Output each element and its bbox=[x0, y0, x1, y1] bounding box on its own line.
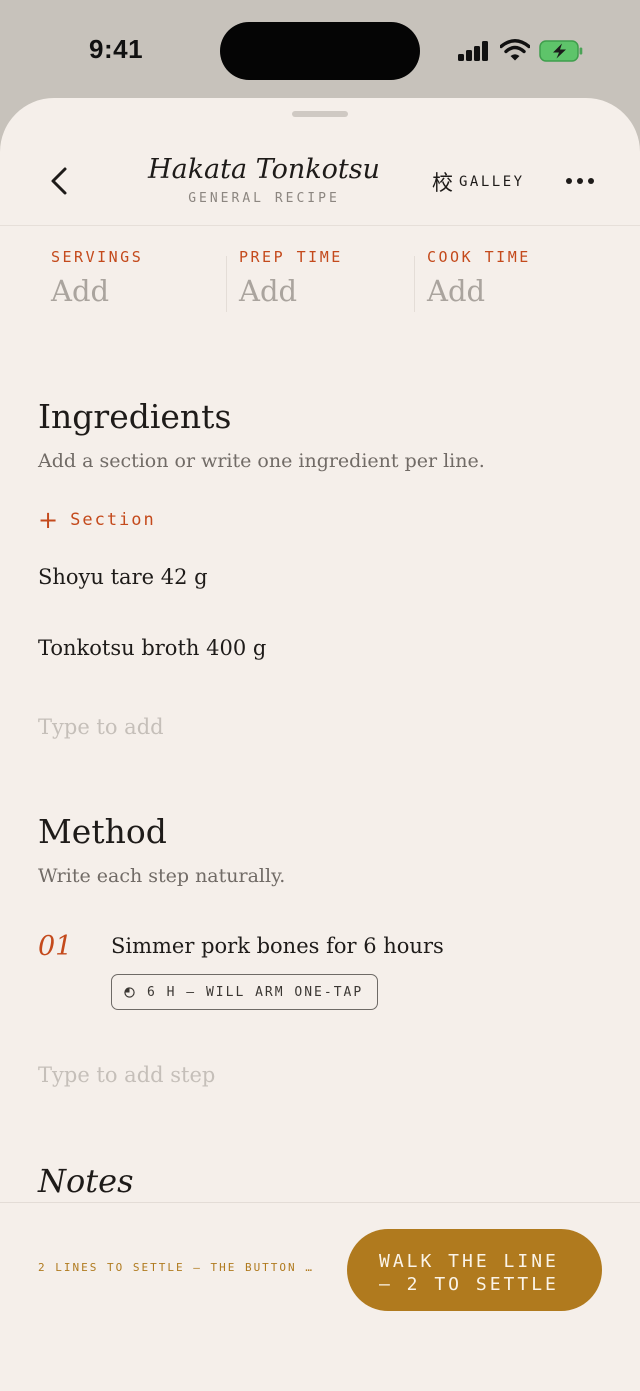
step-timer-chip[interactable]: 6 H — WILL ARM ONE-TAP bbox=[111, 974, 378, 1010]
timer-label: 6 H — WILL ARM ONE-TAP bbox=[147, 984, 364, 1000]
ingredients-heading: Ingredients bbox=[38, 397, 232, 436]
metric-divider bbox=[226, 256, 227, 312]
step-input[interactable]: Type to add step bbox=[38, 1063, 215, 1087]
walk-the-line-button[interactable]: WALK THE LINE — 2 TO SETTLE bbox=[347, 1229, 602, 1311]
ingredients-hint: Add a section or write one ingredient pe… bbox=[38, 450, 485, 472]
ingredient-input[interactable]: Type to add bbox=[38, 715, 164, 739]
back-chevron-icon[interactable] bbox=[46, 166, 76, 196]
battery-charging-icon bbox=[539, 40, 583, 62]
step-text[interactable]: Simmer pork bones for 6 hours bbox=[111, 934, 444, 958]
status-bar: 9:41 bbox=[0, 0, 640, 100]
servings-field[interactable]: SERVINGS Add bbox=[51, 248, 143, 308]
timer-icon bbox=[124, 986, 135, 998]
metric-divider bbox=[414, 256, 415, 312]
method-heading: Method bbox=[38, 812, 167, 851]
status-time: 9:41 bbox=[89, 34, 144, 64]
notes-heading: Notes bbox=[38, 1162, 134, 1200]
ingredient-line[interactable]: Shoyu tare 42 g bbox=[38, 565, 208, 589]
header-divider bbox=[0, 225, 640, 226]
cook-time-label: COOK TIME bbox=[427, 248, 531, 266]
prep-time-field[interactable]: PREP TIME Add bbox=[239, 248, 343, 308]
bottom-action-bar: 2 LINES TO SETTLE — THE BUTTON WILL WALK… bbox=[0, 1202, 640, 1391]
prep-time-label: PREP TIME bbox=[239, 248, 343, 266]
recipe-type: GENERAL RECIPE bbox=[188, 191, 340, 206]
cta-line-1: WALK THE LINE bbox=[379, 1251, 559, 1272]
cta-line-2: — 2 TO SETTLE bbox=[379, 1274, 559, 1295]
cook-time-value[interactable]: Add bbox=[427, 274, 531, 308]
prep-time-value[interactable]: Add bbox=[239, 274, 343, 308]
wifi-icon bbox=[500, 39, 530, 61]
recipe-sheet: Hakata Tonkotsu GENERAL RECIPE 校 GALLEY … bbox=[0, 98, 640, 1391]
servings-value[interactable]: Add bbox=[51, 274, 143, 308]
galley-label: GALLEY bbox=[459, 174, 525, 190]
step-number: 01 bbox=[38, 931, 73, 962]
plus-icon: + bbox=[38, 506, 59, 534]
settle-status-text: 2 LINES TO SETTLE — THE BUTTON WILL WALK… bbox=[38, 1261, 318, 1274]
ingredient-line[interactable]: Tonkotsu broth 400 g bbox=[38, 636, 266, 660]
more-options-icon[interactable] bbox=[566, 178, 594, 186]
galley-glyph-icon: 校 bbox=[432, 171, 453, 195]
add-section-button[interactable]: + Section bbox=[38, 508, 156, 532]
recipe-title[interactable]: Hakata Tonkotsu bbox=[120, 154, 408, 185]
add-section-label: Section bbox=[70, 510, 156, 530]
sheet-grabber[interactable] bbox=[292, 111, 348, 117]
cook-time-field[interactable]: COOK TIME Add bbox=[427, 248, 531, 308]
servings-label: SERVINGS bbox=[51, 248, 144, 266]
galley-button[interactable]: 校 GALLEY bbox=[432, 170, 525, 195]
dynamic-island bbox=[220, 22, 420, 80]
cellular-signal-icon bbox=[458, 41, 490, 61]
method-hint: Write each step naturally. bbox=[38, 865, 286, 887]
